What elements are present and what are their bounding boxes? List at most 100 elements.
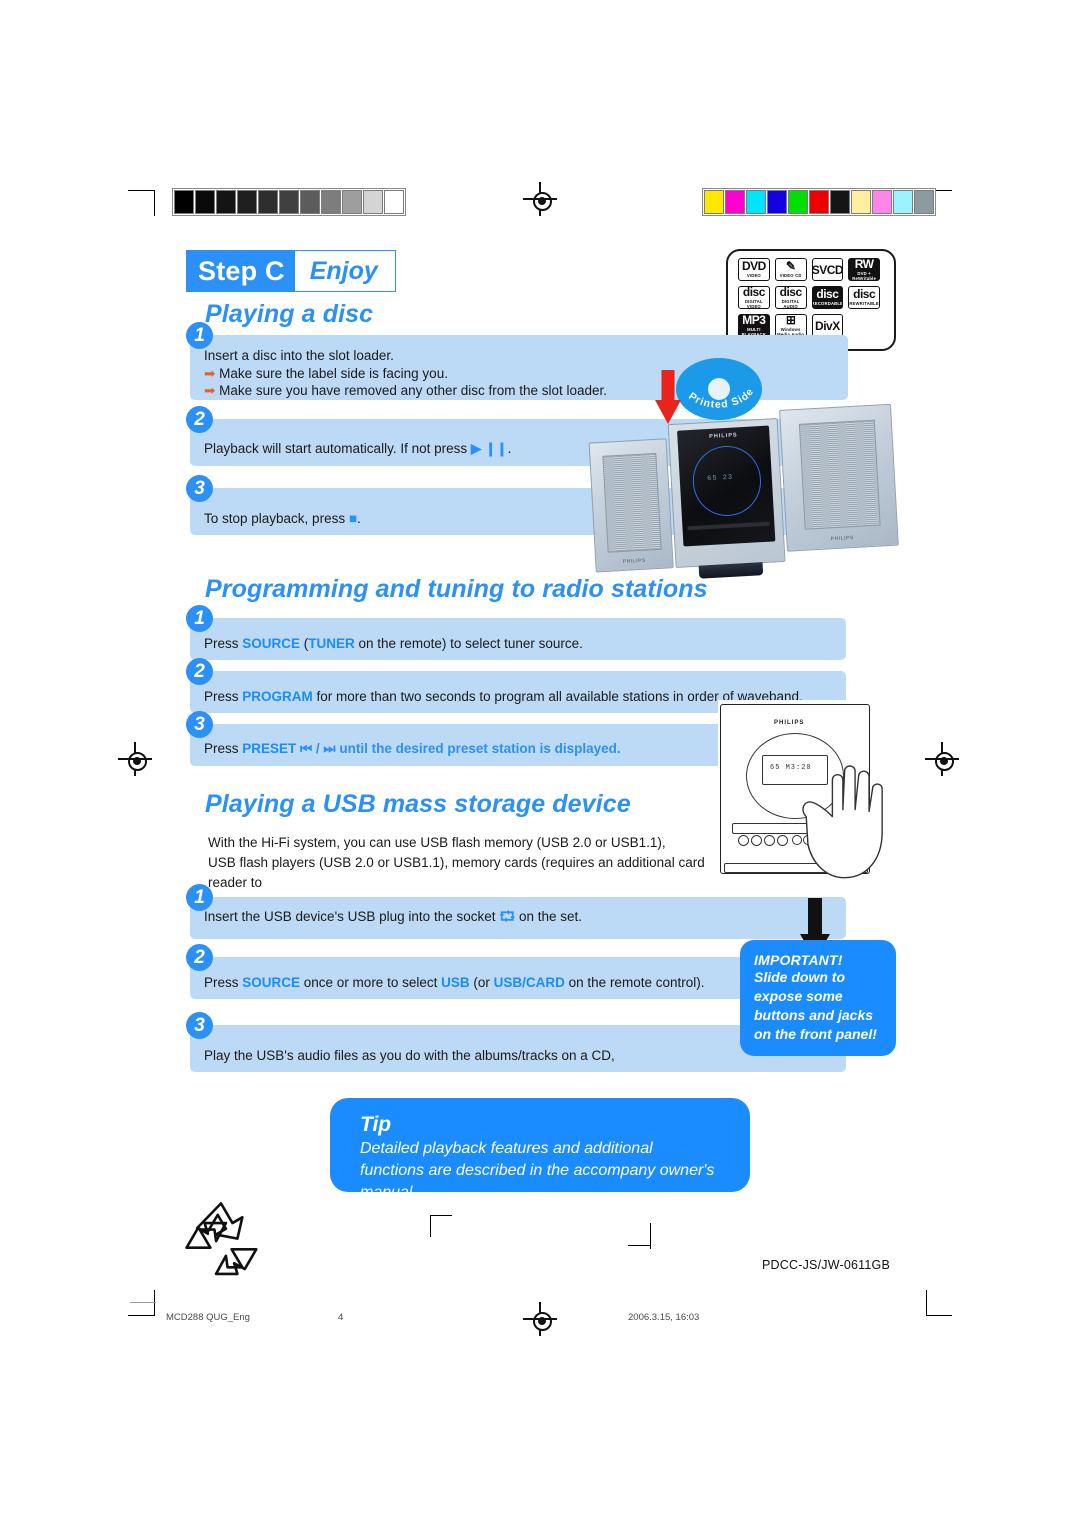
format-logo-main-3: RW [854,258,874,271]
usb-step1-prefix: Insert the USB device's USB plug into th… [204,909,500,924]
color-swatch-10 [914,190,934,214]
format-logo-3: RW DVD + ReWritable [848,258,880,281]
registration-mark-right [925,742,959,776]
disc-step1-line1: Insert a disc into the slot loader. [204,348,394,363]
unit-stand [698,562,764,579]
step-text-usb-3: Play the USB's audio files as you do wit… [204,1048,615,1063]
tip-callout-box: Tip Detailed playback features and addit… [330,1098,750,1201]
disc-step2-prefix: Playback will start automatically. If no… [204,441,471,456]
keyword-source-usb: SOURCE [242,975,301,990]
section-title-radio: Programming and tuning to radio stations [205,575,708,603]
color-swatch-2 [746,190,766,214]
format-logo-sub-3: DVD + ReWritable [852,270,877,281]
crop-mark-mid2-h [628,1245,650,1246]
arrow-bullet-icon-1: ➡ [204,365,216,381]
svg-text:Printed Side: Printed Side [686,386,756,411]
crop-mark-br-v [926,1290,927,1316]
format-logo-main-9: ⊞ [785,314,796,327]
center-unit-lcd: 65 23 [706,473,734,484]
keyword-program: PROGRAM [242,689,313,704]
step-number-disc-1: 1 [186,322,213,349]
keyword-tuner: TUNER [308,636,355,651]
crop-mark-bl-v [154,1290,155,1316]
arrow-bullet-icon-2: ➡ [204,383,216,398]
registration-mark-bottom [523,1302,557,1336]
gray-swatch-6 [300,190,320,214]
right-speaker-brand: PHILIPS [830,535,854,543]
format-logo-8: MP3MULTI PLAYBACK [738,314,770,337]
disc-step3-suffix: . [356,511,361,526]
step-number-radio-1: 1 [186,605,213,632]
step-band-usb-1: Insert the USB device's USB plug into th… [190,897,846,939]
keyword-source: SOURCE [242,636,301,651]
format-logo-10: DivX [811,314,844,337]
center-unit-face: PHILIPS 65 23 [676,425,776,547]
step-band-radio-1: Press SOURCE (TUNER on the remote) to se… [190,618,846,660]
crop-mark-mid2-v [650,1223,651,1249]
important-title: IMPORTANT! [754,952,843,968]
disc-step3-prefix: To stop playback, press [204,511,349,526]
format-logo-main-1: ✎ [785,259,796,274]
format-logo-sub-7: REWRITABLE [849,301,879,307]
footer-rule-top [130,1302,156,1303]
disc-slot [687,522,770,531]
step-text-disc-1: Insert a disc into the slot loader. ➡ Ma… [204,347,607,400]
color-swatch-6 [830,190,850,214]
left-speaker: PHILIPS [588,438,674,573]
format-logo-main-6: disc [816,287,839,302]
color-swatch-4 [788,190,808,214]
left-speaker-grille [602,452,662,553]
format-logo-1: ✎ VIDEO CD [774,258,807,281]
gray-swatch-4 [258,190,278,214]
format-logo-main-8: MP3 [742,314,766,327]
step-text-usb-2: Press SOURCE once or more to select USB … [204,975,704,990]
footer-timestamp: 2006.3.15, 16:03 [628,1312,700,1323]
registration-mark-top [523,182,557,216]
gray-swatch-9 [363,190,383,214]
format-logo-5: disc DIGITAL AUDIO [774,286,807,309]
radio-step1-p4: on the remote) to select tuner source. [354,636,583,651]
radio-step2-p0: Press [204,689,243,704]
gray-swatch-1 [195,190,215,214]
recycling-symbol-icon [185,1202,258,1276]
format-logo-main-10: DivX [815,318,840,333]
disc-step1-line2: Make sure the label side is facing you. [219,365,448,381]
step-text-radio-3: Press PRESET ⏮ / ⏭ until the desired pre… [204,741,621,757]
usb-step2-p4: (or [469,975,494,990]
format-logo-main-4: disc [742,286,766,299]
step-number-radio-2: 2 [186,658,213,685]
color-swatch-0 [704,190,724,214]
usb-intro-line1: With the Hi-Fi system, you can use USB f… [208,835,666,850]
step-header: Step C Enjoy [186,250,396,292]
format-logo-4: disc DIGITAL VIDEO [738,286,770,309]
right-speaker: PHILIPS [779,403,899,552]
usb-step2-p0: Press [204,975,243,990]
section-title-disc: Playing a disc [205,300,374,328]
radio-step3-p0: Press [204,741,243,756]
format-logo-main-5: disc [779,286,803,299]
gray-swatch-5 [279,190,299,214]
gray-swatch-2 [216,190,236,214]
format-logo-2: SVCD [811,258,844,281]
usb-step1-suffix: on the set. [515,909,583,924]
keyword-usb-card: USB/CARD [493,975,565,990]
important-callout-box: IMPORTANT! Slide down to expose some but… [740,940,896,1056]
step-label: Step C [187,251,295,291]
format-logo-7: disc REWRITABLE [848,286,880,309]
crop-mark-tl-h [128,190,154,191]
format-logo-6: disc RECORDABLE [811,286,844,309]
front-panel-knob-3 [764,835,775,846]
crop-mark-mid-right [430,1215,452,1216]
format-logo-sub-4: DIGITAL VIDEO [744,298,763,309]
usb-step2-p2: once or more to select [300,975,442,990]
gray-swatch-10 [384,190,404,214]
section-title-usb: Playing a USB mass storage device [205,790,631,818]
crop-mark-bl-h [128,1315,154,1316]
color-swatch-9 [893,190,913,214]
usb-socket-icon: ⮔ [499,909,516,924]
footer-page-number: 4 [338,1312,344,1323]
front-panel-knob-1 [738,835,749,846]
step-text-radio-1: Press SOURCE (TUNER on the remote) to se… [204,636,583,651]
front-panel-brand: PHILIPS [774,720,805,726]
disc-format-logo-grid: DVD VIDEO ✎ VIDEO CD SVCD RW DVD + ReWritable d… [738,258,880,337]
